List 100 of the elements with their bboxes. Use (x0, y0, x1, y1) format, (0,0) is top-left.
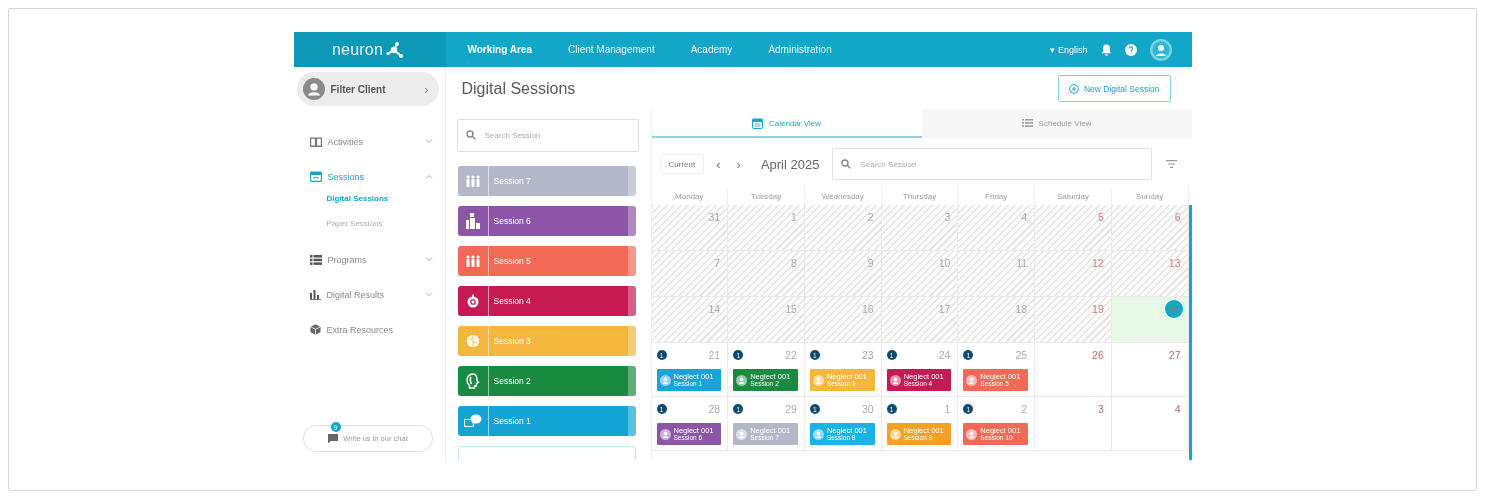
patient-avatar-icon (659, 374, 671, 386)
day-cell[interactable]: 11 (958, 251, 1036, 297)
blocks-icon (465, 213, 480, 229)
patient-avatar-icon (736, 428, 748, 440)
day-cell[interactable]: 13 (1111, 251, 1189, 297)
day-number: 29 (785, 403, 798, 415)
people-icon (464, 175, 481, 187)
current-button[interactable]: Current (659, 154, 705, 174)
day-cell[interactable]: 19 (1035, 297, 1112, 343)
sidebar-item[interactable]: Programs (309, 242, 433, 277)
day-cell[interactable]: 17 (881, 297, 959, 343)
day-cell[interactable]: 9 (804, 251, 882, 297)
chevron-up-icon (424, 174, 433, 179)
day-number: 9 (867, 257, 875, 269)
language-selector[interactable]: ▾ English (1050, 44, 1088, 55)
day-number: 5 (1097, 211, 1105, 223)
search-icon (841, 159, 852, 169)
day-cell[interactable]: 2 (804, 205, 882, 251)
day-number: 18 (1015, 303, 1029, 315)
day-cell[interactable]: 26 (1035, 343, 1112, 397)
patient-avatar-icon (736, 374, 748, 386)
chat-icon (327, 433, 340, 444)
session-search-field[interactable]: Search Session (456, 119, 639, 152)
nav-item[interactable]: Administration (750, 44, 850, 55)
sidebar-item[interactable]: Extra Resources (309, 312, 433, 347)
logo-text: neuron (332, 40, 383, 59)
day-cell[interactable]: 12 (1035, 251, 1112, 297)
sidebar-item[interactable]: Digital Results (309, 277, 433, 312)
day-number: 2 (867, 211, 875, 223)
patient-avatar-icon (966, 428, 978, 440)
day-cell[interactable]: 7 (651, 251, 729, 297)
user-avatar-icon (1149, 38, 1172, 61)
session-card[interactable]: Session 6 (457, 206, 636, 236)
nav-item[interactable]: Client Management (549, 44, 673, 55)
next-month-button[interactable]: › (728, 156, 749, 172)
chevron-down-icon (424, 257, 433, 262)
previous-month-button[interactable]: ‹ (708, 156, 729, 172)
day-number: 13 (1168, 257, 1182, 269)
new-session-button[interactable]: New Digital Session (1057, 75, 1171, 102)
patient-avatar-icon (889, 428, 901, 440)
day-cell[interactable]: 4 (1111, 397, 1189, 451)
day-cell[interactable]: 15 (728, 297, 805, 343)
filter-client-button[interactable]: Filter Client › (296, 72, 439, 106)
view-tab[interactable]: Calendar View (651, 110, 922, 138)
day-number: 6 (1174, 211, 1182, 223)
people-icon (464, 255, 481, 267)
day-cell[interactable]: 4 (958, 205, 1036, 251)
day-number: 7 (714, 257, 722, 269)
day-number: 24 (938, 349, 952, 361)
day-number: 11 (1016, 257, 1029, 269)
sidebar-subitem[interactable]: Paper Sessions (309, 211, 433, 236)
session-card[interactable]: Session 2 (457, 366, 636, 396)
day-cell[interactable]: 3 (881, 205, 959, 251)
day-cell[interactable]: 6 (1111, 205, 1189, 251)
search-icon (465, 130, 476, 140)
day-number: 23 (861, 349, 875, 361)
day-cell[interactable]: 5 (1035, 205, 1112, 251)
patient-avatar-icon (966, 374, 978, 386)
patient-avatar-icon (812, 374, 824, 386)
patient-avatar-icon (889, 374, 901, 386)
day-number: 22 (785, 349, 798, 361)
bell-icon (1100, 43, 1112, 56)
day-number: 1 (791, 211, 798, 223)
chevron-down-icon (424, 292, 433, 297)
day-cell[interactable]: 3 (1035, 397, 1112, 451)
day-cell[interactable]: 27 (1111, 343, 1189, 397)
day-cell[interactable]: 16 (804, 297, 882, 343)
session-card[interactable]: Session 5 (457, 246, 636, 276)
day-cell[interactable]: 1 (728, 205, 805, 251)
day-number: 27 (1168, 349, 1182, 361)
view-tab[interactable]: Schedule View (921, 110, 1192, 138)
day-cell[interactable]: 31 (651, 205, 729, 251)
sidebar-item[interactable]: Activities (309, 124, 433, 159)
day-number: 17 (938, 303, 952, 315)
calendar-icon (309, 171, 322, 182)
patient-avatar-icon (812, 428, 824, 440)
day-number: 31 (708, 211, 722, 223)
session-card[interactable]: Session 7 (457, 166, 636, 196)
target-icon (465, 294, 480, 308)
calendar-search-field[interactable]: Search Session (832, 148, 1152, 180)
head-profile-icon (464, 373, 481, 389)
book-icon (309, 136, 322, 147)
help-icon (1124, 43, 1137, 56)
nav-item[interactable]: Working Area (449, 44, 550, 55)
day-number: 3 (944, 211, 952, 223)
session-card[interactable]: Session 3 (457, 326, 636, 356)
day-number: 3 (1097, 403, 1105, 415)
day-number: 16 (861, 303, 875, 315)
session-card[interactable]: Session 4 (457, 286, 636, 316)
session-card[interactable]: Session 1 (457, 406, 636, 436)
day-cell[interactable]: 10 (881, 251, 959, 297)
day-cell[interactable]: 18 (958, 297, 1036, 343)
day-number: 1 (944, 403, 952, 415)
nav-item[interactable]: Academy (672, 44, 751, 55)
day-cell[interactable]: 8 (728, 251, 805, 297)
month-label: April 2025 (760, 156, 820, 172)
day-number: 4 (1174, 403, 1182, 415)
day-cell[interactable]: 14 (651, 297, 729, 343)
app-logo[interactable]: neuron (293, 32, 446, 67)
list-icon (309, 254, 322, 265)
